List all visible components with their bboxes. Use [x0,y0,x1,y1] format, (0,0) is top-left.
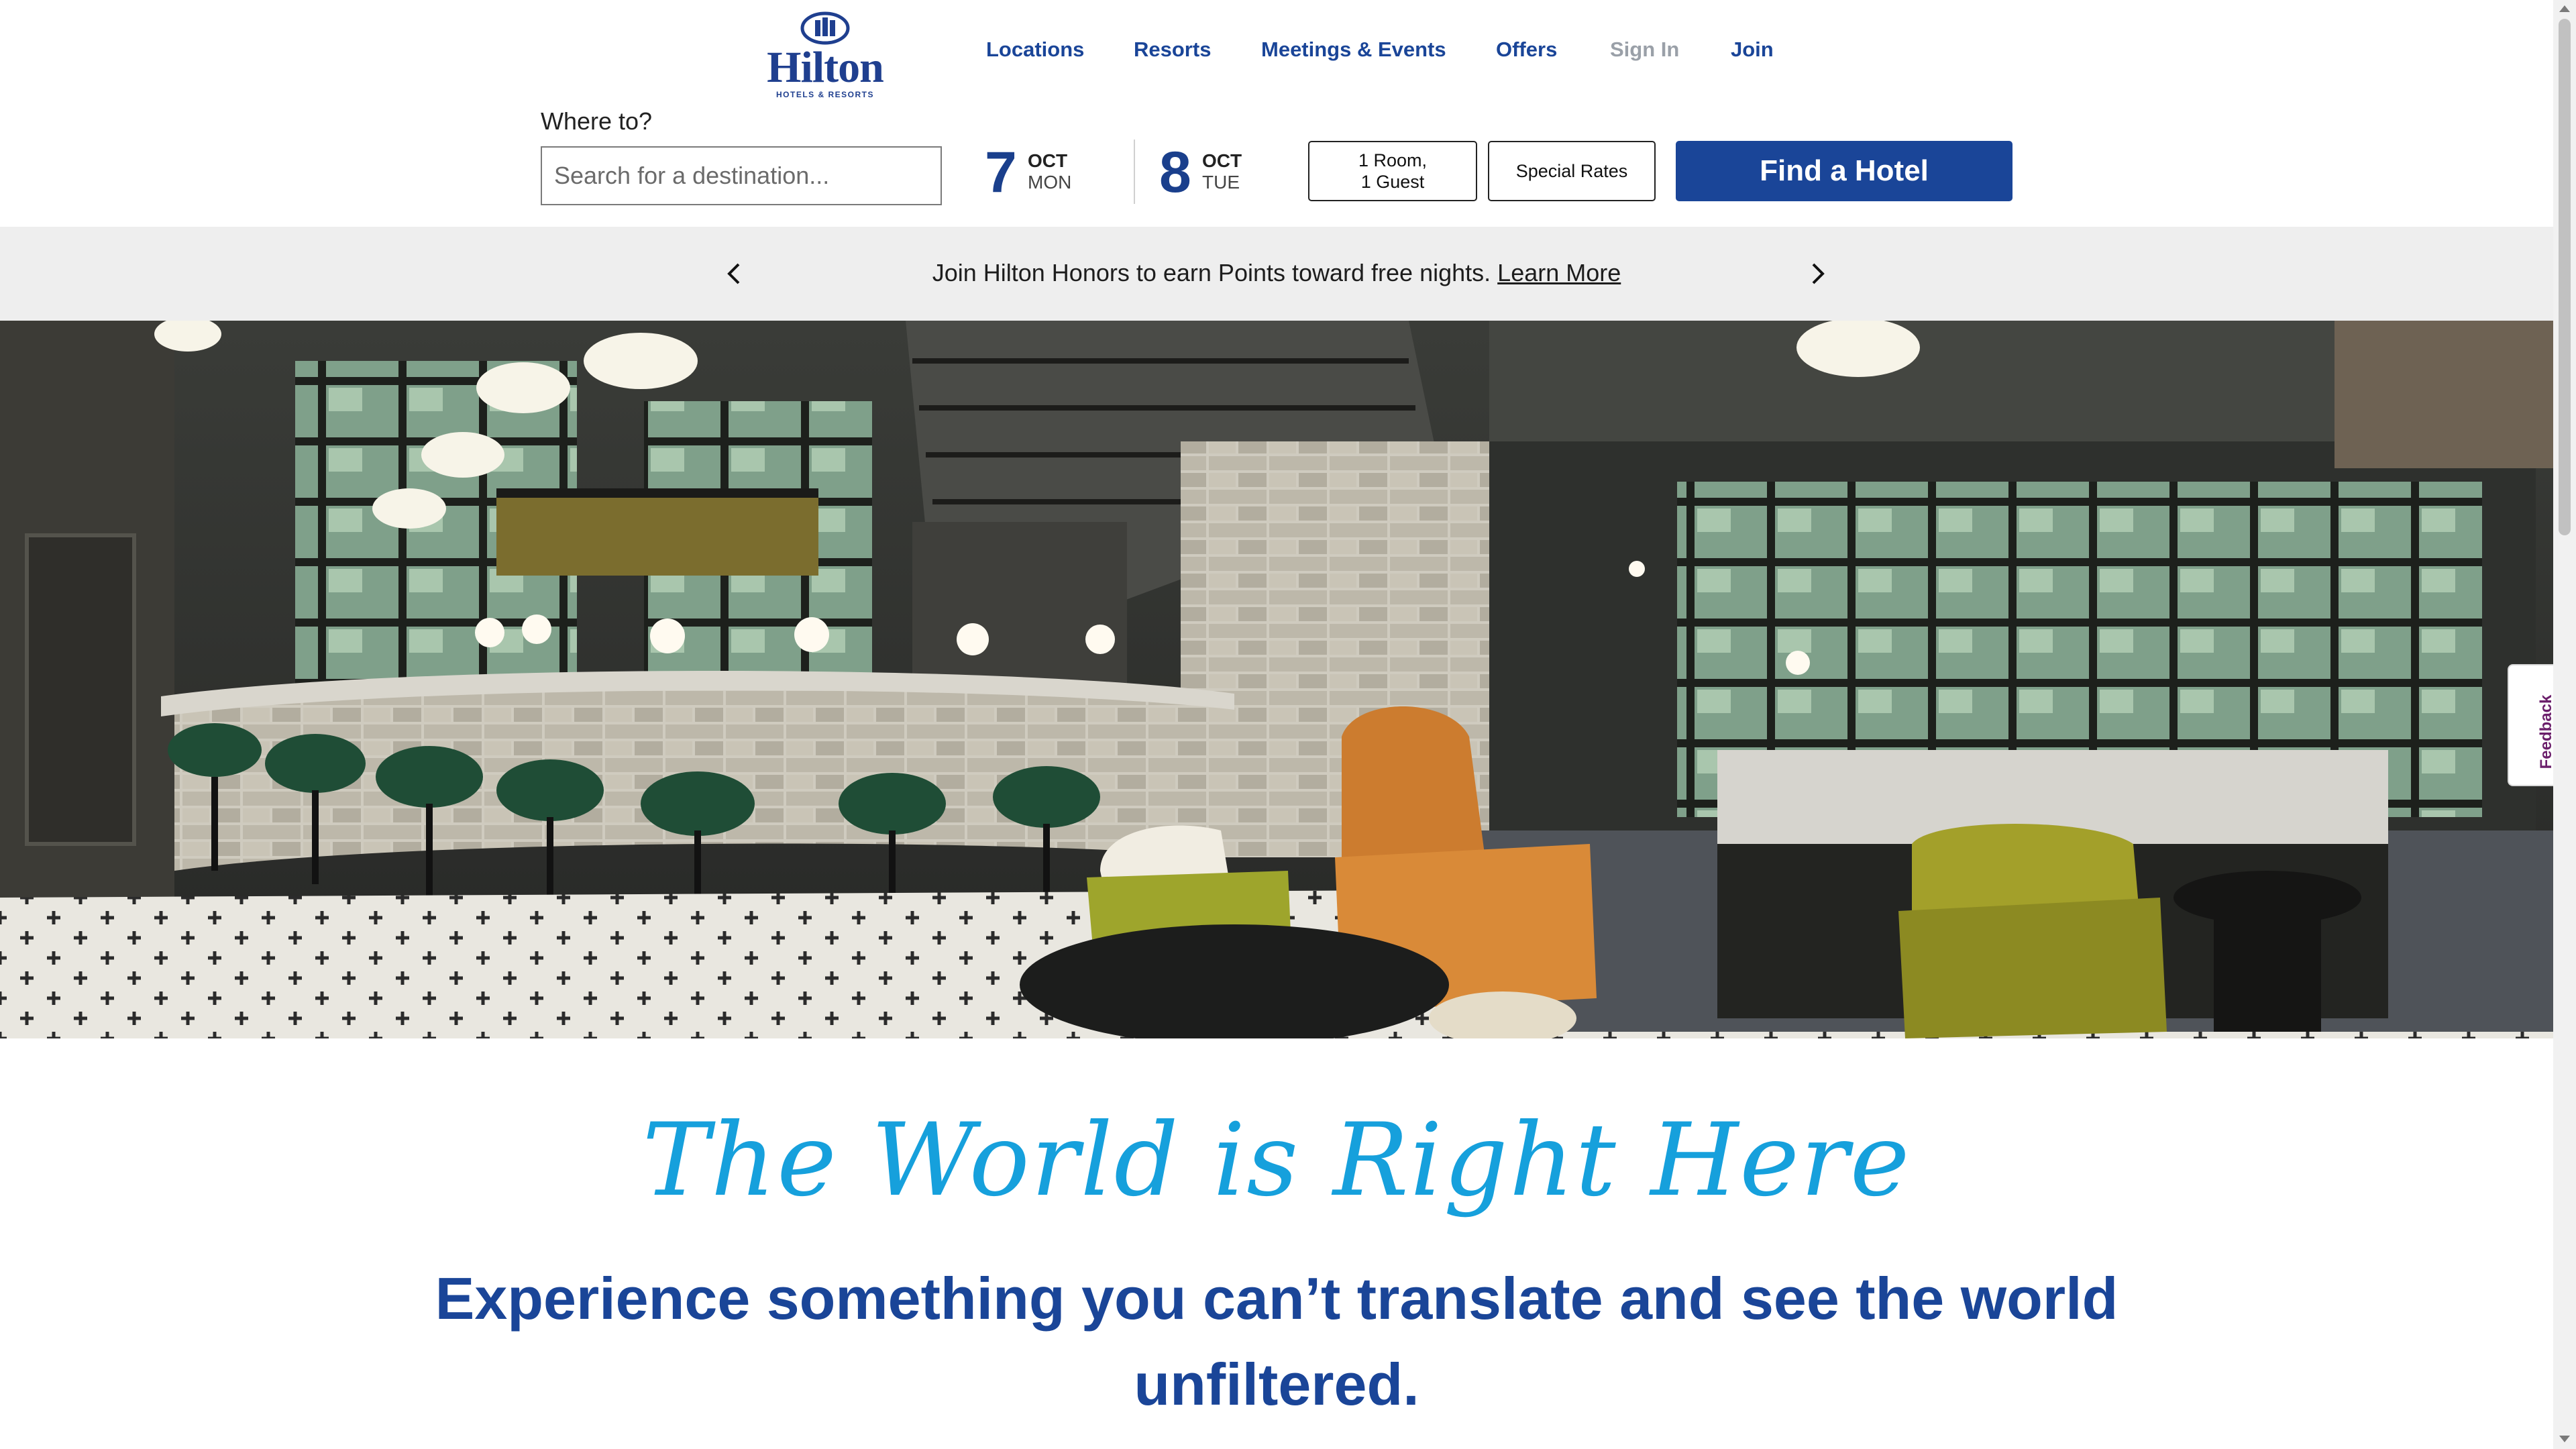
vertical-scrollbar[interactable] [2553,0,2576,1449]
learn-more-link[interactable]: Learn More [1497,259,1621,286]
find-hotel-label: Find a Hotel [1760,154,1929,187]
honors-banner: Join Hilton Honors to earn Points toward… [0,227,2553,321]
hero-lounge-illustration [0,321,2553,1038]
check-out-day: 8 [1159,140,1191,205]
logo-subtitle: HOTELS & RESORTS [775,90,874,99]
chevron-right-icon [1812,263,1825,284]
scrollbar-thumb[interactable] [2559,19,2571,535]
destination-search-input[interactable] [541,146,942,205]
special-rates-label: Special Rates [1515,161,1628,181]
check-in-weekday: MON [1028,172,1072,193]
nav-locations[interactable]: Locations [986,38,1084,62]
banner-next-button[interactable] [1798,254,1838,294]
nav-join[interactable]: Join [1731,38,1774,62]
check-in-date[interactable]: 7 OCT MON [985,142,1092,203]
where-to-label: Where to? [541,107,653,135]
scroll-down-icon[interactable] [2559,1436,2570,1442]
hilton-logo[interactable]: Hilton HOTELS & RESORTS [765,11,885,102]
banner-message: Join Hilton Honors to earn Points toward… [0,259,2553,287]
date-divider [1134,140,1135,204]
check-in-month: OCT [1028,150,1068,171]
nav-meetings-events[interactable]: Meetings & Events [1261,38,1446,62]
rooms-guests-button[interactable]: 1 Room, 1 Guest [1308,141,1477,201]
guests-label: 1 Guest [1360,172,1425,192]
nav-resorts[interactable]: Resorts [1134,38,1211,62]
scroll-up-icon[interactable] [2559,5,2570,12]
hero-tagline: The World is Right Here [642,1102,1911,1219]
feedback-label: Feedback [2537,694,2553,769]
banner-text: Join Hilton Honors to earn Points toward… [932,259,1491,286]
special-rates-button[interactable]: Special Rates [1488,141,1656,201]
nav-offers[interactable]: Offers [1496,38,1557,62]
rooms-guests-label: 1 Room, 1 Guest [1358,150,1427,193]
check-in-day: 7 [985,140,1017,205]
logo-wordmark: Hilton [767,43,884,92]
page: Hilton HOTELS & RESORTS Locations Resort… [0,0,2553,1449]
check-out-weekday: TUE [1202,172,1240,193]
find-hotel-button[interactable]: Find a Hotel [1676,141,2012,201]
hero-image [0,321,2553,1038]
hilton-logo-icon [800,11,850,45]
feedback-tab[interactable]: Feedback [2508,664,2553,786]
check-out-month: OCT [1202,150,1242,171]
check-out-date[interactable]: 8 OCT TUE [1159,142,1267,203]
hero-subheading: Experience something you can’t translate… [435,1265,2118,1417]
nav-sign-in[interactable]: Sign In [1610,38,1679,62]
rooms-label: 1 Room, [1358,150,1428,170]
